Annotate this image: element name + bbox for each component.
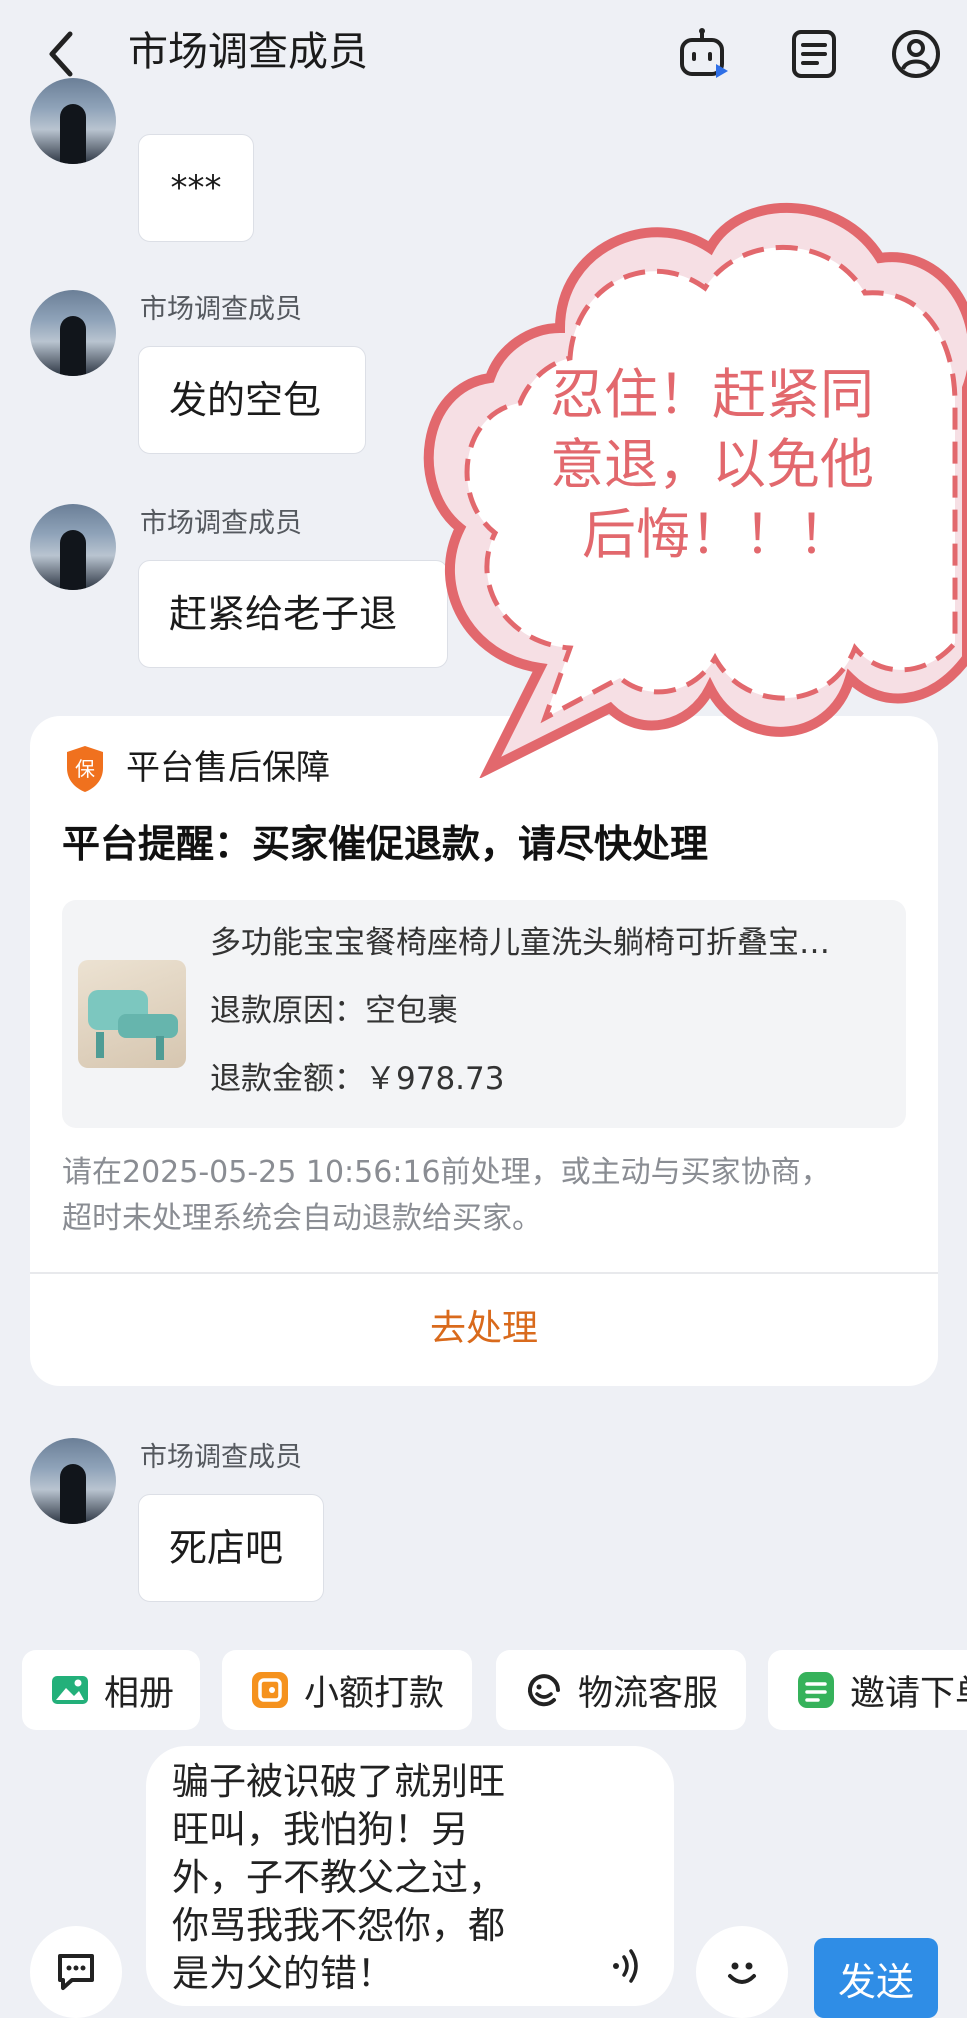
- chat-bubble-icon: [58, 1954, 94, 1990]
- notice-line: 超时未处理系统会自动退款给买家。: [62, 1201, 542, 1236]
- input-text[interactable]: 骗子被识破了就别旺 旺叫，我怕狗！另 外，子不教父之过， 你骂我我不怨你，都 是…: [172, 1758, 592, 1998]
- message-bubble[interactable]: ***: [138, 134, 254, 242]
- back-arrow-icon[interactable]: [40, 26, 84, 82]
- quick-action-invite-order[interactable]: 邀请下单: [768, 1650, 967, 1730]
- top-bar: 市场调查成员: [0, 0, 967, 110]
- card-title: 平台提醒：买家催促退款，请尽快处理: [62, 822, 709, 866]
- invite-doc-icon: [798, 1672, 834, 1708]
- sticker-line: 后悔！！！: [582, 503, 852, 566]
- sender-name: 市场调查成员: [140, 294, 302, 325]
- chip-label: 小额打款: [304, 1673, 445, 1714]
- refund-reason: 退款原因：空包裹: [210, 993, 458, 1029]
- product-summary[interactable]: 多功能宝宝餐椅座椅儿童洗头躺椅可折叠宝… 退款原因：空包裹 退款金额：￥978.…: [62, 900, 906, 1128]
- sticker-line: 忍住！赶紧同: [550, 363, 874, 426]
- avatar[interactable]: [30, 290, 116, 376]
- robot-assistant-icon[interactable]: [676, 26, 732, 82]
- image-icon: [52, 1676, 88, 1704]
- chip-label: 相册: [104, 1673, 175, 1714]
- notice-line: 请在2025-05-25 10:56:16前处理，或主动与买家协商，: [62, 1155, 831, 1190]
- handle-button[interactable]: 去处理: [30, 1304, 938, 1354]
- avatar[interactable]: [30, 78, 116, 164]
- after-sale-card: 保 平台售后保障 平台提醒：买家催促退款，请尽快处理 多功能宝宝餐椅座椅儿童洗头…: [30, 716, 938, 1386]
- user-profile-icon[interactable]: [888, 26, 944, 82]
- message-bubble[interactable]: 死店吧: [138, 1494, 324, 1602]
- send-button[interactable]: 发送: [814, 1938, 938, 2018]
- sticker-text: 忍住！赶紧同 意退，以免他 后悔！！！: [550, 360, 930, 570]
- voice-icon[interactable]: [608, 1946, 648, 1986]
- quick-action-album[interactable]: 相册: [22, 1650, 200, 1730]
- emoji-button[interactable]: [696, 1926, 788, 2018]
- message-input[interactable]: 骗子被识破了就别旺 旺叫，我怕狗！另 外，子不教父之过， 你骂我我不怨你，都 是…: [146, 1746, 674, 2006]
- message-bubble[interactable]: 发的空包: [138, 346, 366, 454]
- deadline-notice: 请在2025-05-25 10:56:16前处理，或主动与买家协商， 超时未处理…: [62, 1150, 922, 1242]
- divider: [30, 1272, 938, 1274]
- headset-smile-icon: [528, 1674, 560, 1707]
- wallet-icon: [252, 1672, 288, 1708]
- sender-name: 市场调查成员: [140, 508, 302, 539]
- shield-badge-icon: 保: [64, 744, 106, 794]
- shield-badge-label: 保: [75, 757, 95, 781]
- order-list-icon[interactable]: [786, 26, 842, 82]
- product-thumbnail[interactable]: [78, 960, 186, 1068]
- sticker-line: 意退，以免他: [550, 433, 874, 496]
- product-name: 多功能宝宝餐椅座椅儿童洗头躺椅可折叠宝…: [210, 925, 830, 961]
- chip-label: 邀请下单: [850, 1673, 967, 1714]
- refund-amount: 退款金额：￥978.73: [210, 1061, 505, 1097]
- avatar[interactable]: [30, 1438, 116, 1524]
- sender-name: 市场调查成员: [140, 1442, 302, 1473]
- quick-reply-button[interactable]: [30, 1926, 122, 2018]
- chip-label: 物流客服: [578, 1673, 719, 1714]
- card-tag: 平台售后保障: [126, 748, 330, 788]
- quick-action-logistics-service[interactable]: 物流客服: [496, 1650, 746, 1730]
- message-bubble[interactable]: 赶紧给老子退: [138, 560, 448, 668]
- emoji-smile-icon: [728, 1962, 756, 1984]
- page-title: 市场调查成员: [128, 29, 368, 75]
- quick-action-small-payment[interactable]: 小额打款: [222, 1650, 472, 1730]
- avatar[interactable]: [30, 504, 116, 590]
